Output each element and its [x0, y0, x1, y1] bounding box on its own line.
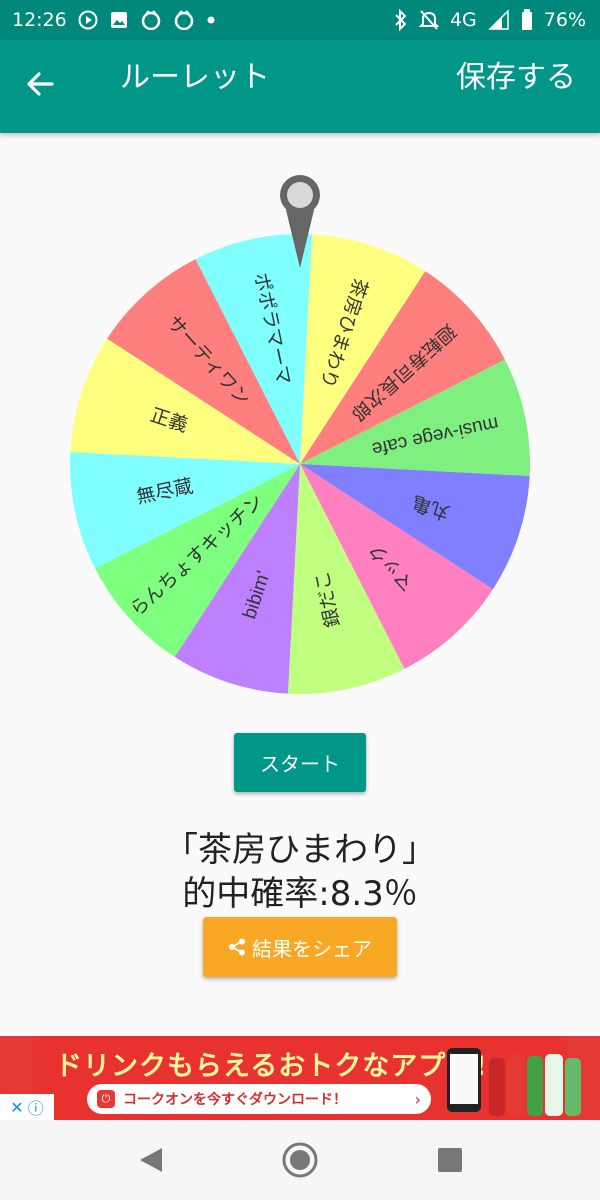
- share-label: 結果をシェア: [252, 936, 372, 961]
- status-bar: 12:26 4G 76%: [0, 0, 600, 40]
- ad-content[interactable]: ドリンクもらえるおトクなアプリ! ⏻ コークオンを今すぐダウンロード！ ›: [33, 1036, 581, 1120]
- ad-product-image: [447, 1048, 581, 1116]
- ad-banner[interactable]: ドリンクもらえるおトクなアプリ! ⏻ コークオンを今すぐダウンロード！ ›: [0, 1036, 600, 1120]
- ad-headline: ドリンクもらえるおトクなアプリ!: [55, 1051, 488, 1082]
- wheel-segments: [70, 234, 530, 694]
- ad-close-button[interactable]: ✕ ⓘ: [0, 1094, 54, 1120]
- play-icon: [78, 10, 98, 30]
- status-time: 12:26: [12, 9, 67, 31]
- battery-level: 76%: [543, 9, 586, 31]
- back-button[interactable]: [18, 62, 62, 106]
- home-nav-icon[interactable]: [280, 1142, 320, 1178]
- battery-icon: [521, 9, 533, 31]
- mute-icon: [418, 9, 439, 31]
- arrow-left-icon: [27, 72, 54, 96]
- app-icon: [140, 10, 162, 30]
- share-icon: [229, 938, 245, 956]
- roulette-wheel[interactable]: 茶房ひまわり廻転寿司長次郎musi-vege cafe丸亀マック銀だこbibim…: [64, 170, 536, 700]
- ad-cta-label: コークオンを今すぐダウンロード！: [123, 1092, 347, 1108]
- close-icon: ✕: [10, 1097, 24, 1117]
- image-icon: [109, 10, 129, 30]
- dot-icon: [206, 15, 216, 25]
- signal-icon: [487, 9, 510, 31]
- start-button[interactable]: スタート: [234, 733, 366, 792]
- hit-probability: 的中確率:8.3％: [182, 874, 418, 914]
- bluetooth-icon: [394, 9, 408, 31]
- chevron-right-icon: ›: [414, 1089, 421, 1109]
- back-nav-icon[interactable]: [132, 1142, 172, 1178]
- page-title: ルーレット: [120, 61, 270, 94]
- recents-nav-icon[interactable]: [430, 1142, 470, 1178]
- app-icon: [173, 10, 195, 30]
- network-type: 4G: [449, 9, 477, 31]
- info-icon: ⓘ: [27, 1099, 44, 1118]
- power-icon: ⏻: [97, 1090, 115, 1108]
- navigation-bar: [0, 1120, 600, 1200]
- ad-cta-button[interactable]: ⏻ コークオンを今すぐダウンロード！ ›: [87, 1084, 431, 1114]
- share-button[interactable]: 結果をシェア: [203, 917, 397, 977]
- save-button[interactable]: 保存する: [456, 56, 576, 100]
- result-name: 「茶房ひまわり」: [164, 830, 436, 870]
- app-bar: ルーレット 保存する: [0, 40, 600, 133]
